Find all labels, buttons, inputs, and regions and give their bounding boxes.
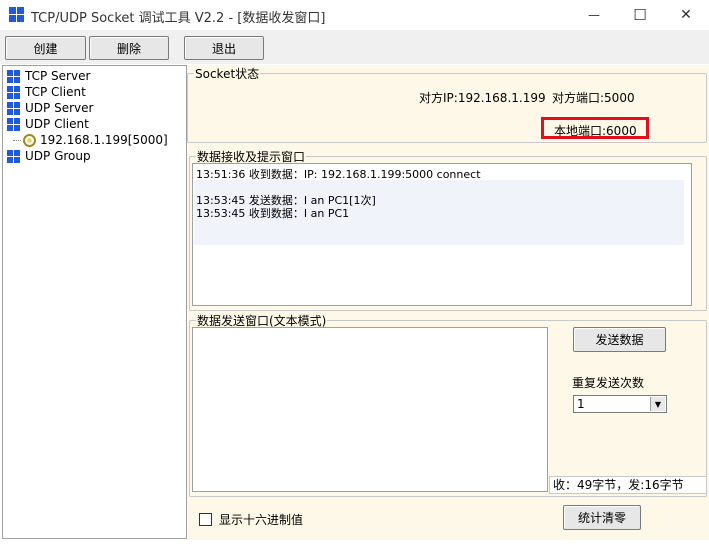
app-icon (9, 7, 25, 23)
receive-line: 13:53:45 收到数据：I an PC1 (196, 207, 350, 220)
connection-tree: TCP Server TCP Client UDP Server UDP Cli… (2, 65, 187, 539)
close-icon: ✕ (680, 7, 692, 23)
connection-icon (23, 133, 36, 147)
create-button[interactable]: 创建 (5, 36, 86, 60)
delete-button[interactable]: 删除 (89, 36, 169, 60)
title-bar: TCP/UDP Socket 调试工具 V2.2 - [数据收发窗口] — ☐ … (0, 0, 709, 30)
hex-checkbox[interactable] (199, 513, 212, 526)
grid-icon (7, 85, 20, 99)
tree-item-label: TCP Server (25, 69, 91, 83)
grid-icon (7, 69, 20, 83)
repeat-count-value: 1 (577, 397, 585, 411)
data-panel: Socket状态 对方IP:192.168.1.199 对方端口:5000 本地… (187, 65, 709, 540)
tree-item-label: UDP Client (25, 117, 89, 131)
hex-checkbox-label: 显示十六进制值 (219, 513, 304, 527)
send-data-button[interactable]: 发送数据 (573, 327, 666, 352)
tree-item-label: UDP Group (25, 149, 91, 163)
tree-item-udp-server[interactable]: UDP Server (7, 100, 93, 116)
maximize-button[interactable]: ☐ (617, 0, 663, 30)
grid-icon (7, 101, 20, 115)
close-button[interactable]: ✕ (663, 0, 709, 30)
tree-item-label: UDP Server (25, 101, 94, 115)
highlight-box (541, 117, 649, 139)
exit-button[interactable]: 退出 (184, 36, 264, 60)
peer-port-text: 对方端口:5000 (552, 91, 635, 105)
tree-item-label: TCP Client (25, 85, 86, 99)
stats-text: 收：49字节，发:16字节 (549, 476, 707, 494)
chevron-down-icon[interactable]: ▼ (650, 397, 665, 411)
repeat-count-select[interactable]: 1 ▼ (573, 395, 667, 413)
tree-item-udp-client[interactable]: UDP Client (7, 116, 89, 132)
receive-line: 13:53:45 发送数据：I an PC1[1次] (196, 194, 376, 207)
clear-stats-button[interactable]: 统计清零 (563, 505, 641, 530)
minimize-button[interactable]: — (571, 0, 617, 30)
tree-item-connection[interactable]: 192.168.1.199[5000] (13, 132, 168, 148)
minimize-icon: — (588, 8, 600, 22)
maximize-icon: ☐ (633, 6, 647, 24)
tree-item-tcp-server[interactable]: TCP Server (7, 68, 90, 84)
receive-textarea[interactable]: 13:51:36 收到数据：IP: 192.168.1.199:5000 con… (192, 163, 692, 306)
receive-line: 13:51:36 收到数据：IP: 192.168.1.199:5000 con… (196, 168, 481, 181)
tree-item-tcp-client[interactable]: TCP Client (7, 84, 86, 100)
window-title: TCP/UDP Socket 调试工具 V2.2 - [数据收发窗口] (31, 11, 326, 26)
socket-status-label: Socket状态 (195, 67, 260, 81)
tree-item-label: 192.168.1.199[5000] (40, 133, 168, 147)
grid-icon (7, 149, 20, 163)
tree-connector (13, 139, 21, 141)
send-textarea[interactable] (192, 327, 548, 492)
grid-icon (7, 117, 20, 131)
tree-item-udp-group[interactable]: UDP Group (7, 148, 91, 164)
peer-ip-text: 对方IP:192.168.1.199 (419, 91, 546, 105)
repeat-count-label: 重复发送次数 (572, 376, 645, 390)
toolbar: 创建 删除 退出 (0, 30, 709, 64)
